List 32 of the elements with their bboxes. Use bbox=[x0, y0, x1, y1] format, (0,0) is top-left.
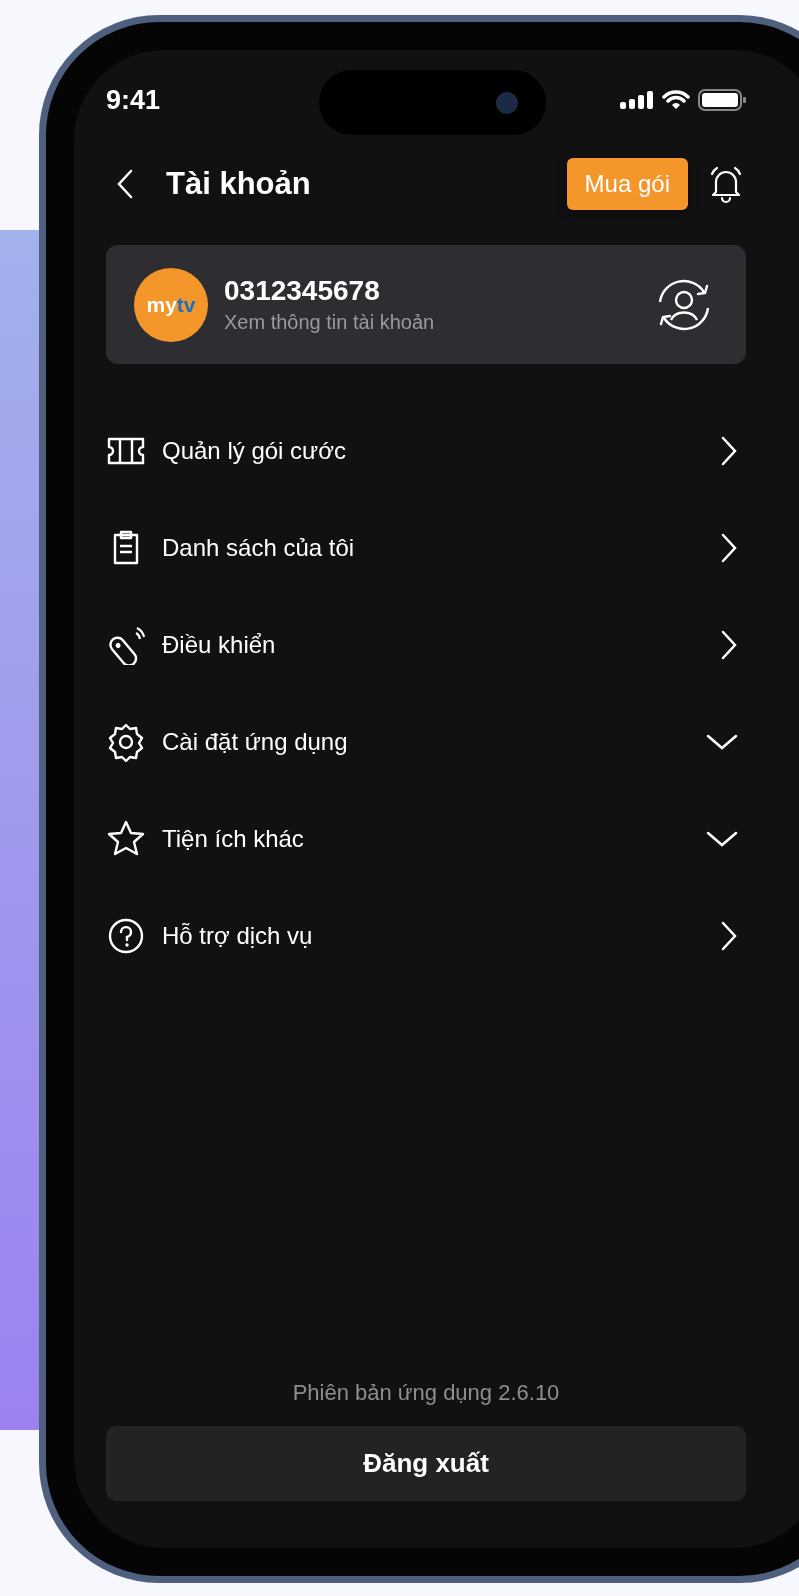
chevron-down-icon bbox=[706, 732, 738, 751]
logout-button[interactable]: Đăng xuất bbox=[106, 1426, 746, 1501]
settings-icon bbox=[106, 721, 146, 762]
menu-item-label: Cài đặt ứng dụng bbox=[162, 727, 349, 756]
menu-item-label: Danh sách của tôi bbox=[162, 533, 356, 562]
wifi-icon bbox=[662, 90, 690, 110]
app-version: Phiên bản ứng dụng 2.6.10 bbox=[292, 1380, 560, 1406]
menu-item-label: Hỗ trợ dịch vụ bbox=[162, 921, 314, 950]
chevron-right-icon bbox=[720, 629, 738, 660]
battery-icon bbox=[698, 89, 746, 111]
chevron-right-icon bbox=[720, 920, 738, 951]
chevron-right-icon bbox=[720, 532, 738, 563]
logo-badge: mytv bbox=[134, 267, 208, 342]
menu-item[interactable]: Cài đặt ứng dụng bbox=[106, 693, 746, 790]
status-time: 9:41 bbox=[106, 84, 161, 116]
menu-item-label: Tiện ích khác bbox=[162, 824, 305, 853]
menu-item[interactable]: Danh sách của tôi bbox=[106, 499, 746, 596]
account-card[interactable]: mytv 0312345678 Xem thông tin tài khoản bbox=[106, 245, 746, 364]
remote-control-icon bbox=[106, 624, 146, 665]
phone-number: 0312345678 bbox=[224, 275, 381, 307]
menu-item[interactable]: Tiện ích khác bbox=[106, 790, 746, 887]
menu-item-label: Điều khiển bbox=[162, 630, 277, 659]
menu-item[interactable]: Điều khiển bbox=[106, 596, 746, 693]
menu-item[interactable]: Hỗ trợ dịch vụ bbox=[106, 887, 746, 984]
page-title: Tài khoản bbox=[166, 166, 312, 202]
signal-icon bbox=[620, 91, 654, 109]
menu-item[interactable]: Quản lý gói cước bbox=[106, 402, 746, 499]
chevron-right-icon bbox=[720, 435, 738, 466]
chevron-down-icon bbox=[706, 829, 738, 848]
account-subtitle: Xem thông tin tài khoản bbox=[224, 311, 436, 334]
camera-lens-icon bbox=[496, 92, 518, 114]
menu-item-label: Quản lý gói cước bbox=[162, 436, 347, 465]
